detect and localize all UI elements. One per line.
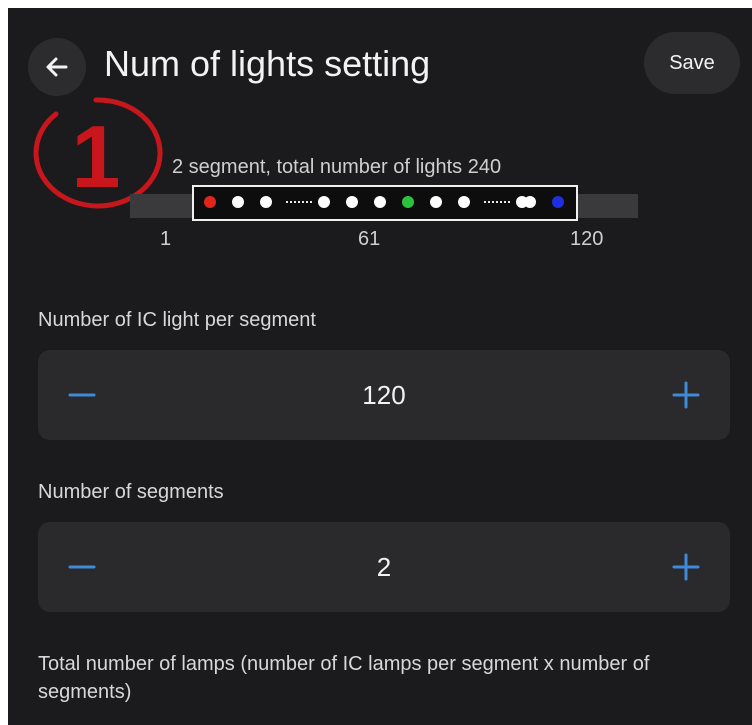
back-button[interactable] [28,38,86,96]
led-dot [232,196,244,208]
led-dot [374,196,386,208]
screen: Num of lights setting Save 1 2 segment, … [8,8,752,725]
led-dot [204,196,216,208]
total-lamps-label: Total number of lamps (number of IC lamp… [38,653,650,703]
ic-per-segment-decrement-button[interactable] [62,375,102,415]
ic-per-segment-label: Number of IC light per segment [38,309,316,331]
led-dot [552,196,564,208]
segments-value[interactable]: 2 [38,522,730,612]
led-dot [402,196,414,208]
segments-increment-button[interactable] [666,547,706,587]
led-gap-dots [484,201,510,203]
led-dot [430,196,442,208]
strip-tick-middle: 61 [358,228,381,250]
led-dot [318,196,330,208]
led-dot [260,196,272,208]
ic-per-segment-stepper: 120 [38,350,730,440]
plus-icon [672,381,700,409]
arrow-left-icon [46,57,68,77]
save-button[interactable]: Save [644,32,740,94]
led-dot [458,196,470,208]
segments-decrement-button[interactable] [62,547,102,587]
strip-tick-end: 120 [570,228,604,250]
minus-icon [68,393,96,397]
segments-stepper: 2 [38,522,730,612]
strip-caption: 2 segment, total number of lights 240 [172,156,502,178]
ic-per-segment-increment-button[interactable] [666,375,706,415]
plus-icon [672,553,700,581]
ic-per-segment-value[interactable]: 120 [38,350,730,440]
strip-tick-start: 1 [160,228,172,250]
led-dot [524,196,536,208]
led-strip-preview [192,185,578,221]
led-gap-dots [286,201,312,203]
minus-icon [68,565,96,569]
svg-text:1: 1 [72,107,121,206]
segments-label: Number of segments [38,481,224,503]
led-dot [346,196,358,208]
page-title: Num of lights setting [104,43,431,84]
